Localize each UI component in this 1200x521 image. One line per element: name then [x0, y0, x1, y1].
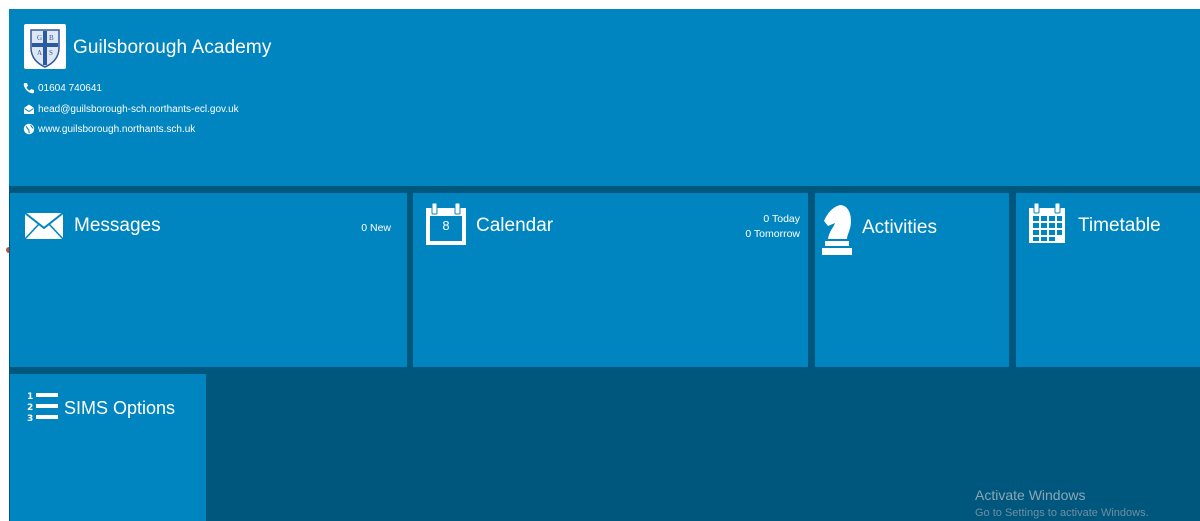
messages-tile[interactable]: Messages 0 New [10, 193, 407, 367]
sims-options-tile[interactable]: 1 2 3 SIMS Options [10, 374, 206, 521]
activate-windows-watermark: Activate Windows [975, 487, 1086, 503]
svg-text:1: 1 [27, 392, 33, 402]
activate-windows-subtext: Go to Settings to activate Windows. [975, 507, 1149, 519]
messages-count: 0 New [361, 222, 391, 234]
calendar-today-count: 0 Today [763, 213, 800, 225]
calendar-tile[interactable]: 8 Calendar 0 Today 0 Tomorrow [413, 193, 808, 367]
calendar-counts: 0 Today 0 Tomorrow [745, 212, 800, 242]
calendar-label: Calendar [476, 215, 554, 236]
email-row[interactable]: head@guilsborough-sch.northants-ecl.gov.… [23, 103, 239, 115]
activities-tile[interactable]: Activities [815, 193, 1009, 367]
timetable-tile[interactable]: Timetable [1016, 193, 1200, 367]
phone-number: 01604 740641 [38, 82, 102, 94]
envelope-open-icon [23, 103, 35, 115]
sims-home-screen: G B A S Guilsborough Academy 01604 74064… [9, 9, 1200, 521]
website-url: www.guilsborough.northants.sch.uk [38, 123, 196, 135]
svg-text:A: A [37, 49, 42, 57]
activities-label: Activities [862, 217, 937, 238]
timetable-label: Timetable [1078, 215, 1161, 236]
svg-text:S: S [49, 49, 53, 57]
calendar-tomorrow-count: 0 Tomorrow [745, 228, 800, 240]
globe-icon [23, 123, 35, 135]
website-row[interactable]: www.guilsborough.northants.sch.uk [23, 123, 195, 135]
chess-knight-icon [820, 201, 854, 262]
school-crest-icon: G B A S [24, 24, 66, 69]
sims-options-label: SIMS Options [64, 398, 176, 418]
phone-icon [23, 82, 35, 94]
numbered-list-icon: 1 2 3 [27, 389, 59, 428]
phone-row[interactable]: 01604 740641 [23, 82, 102, 94]
svg-text:3: 3 [27, 414, 33, 423]
calendar-day-number: 8 [442, 218, 450, 233]
email-address: head@guilsborough-sch.northants-ecl.gov.… [38, 103, 239, 115]
svg-text:G: G [37, 34, 42, 42]
messages-label: Messages [74, 215, 161, 236]
svg-text:B: B [49, 34, 54, 42]
timetable-grid-icon [1027, 202, 1067, 249]
school-name: Guilsborough Academy [73, 37, 272, 58]
school-header: G B A S Guilsborough Academy 01604 74064… [9, 9, 1200, 186]
svg-text:2: 2 [27, 403, 33, 413]
envelope-icon [24, 212, 64, 245]
